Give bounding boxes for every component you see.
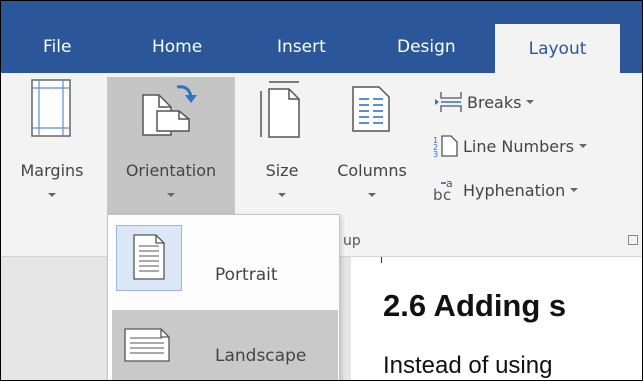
line-numbers-icon: 1 2 3 [433, 135, 458, 158]
columns-button[interactable]: Columns [323, 77, 421, 215]
svg-text:3: 3 [433, 150, 438, 158]
chevron-down-icon [278, 193, 286, 197]
page-setup-group-label: up [343, 233, 361, 249]
menu-item-portrait[interactable]: Portrait [112, 221, 338, 293]
line-numbers-label: Line Numbers [463, 136, 575, 156]
chevron-down-icon [167, 193, 175, 197]
chevron-down-icon [526, 100, 535, 104]
portrait-page-icon [133, 234, 165, 280]
document-body-text: Instead of using [383, 352, 553, 379]
document-heading: 2.6 Adding s [383, 288, 567, 323]
columns-icon [352, 86, 390, 132]
svg-text:a: a [446, 177, 453, 190]
columns-label: Columns [337, 161, 407, 180]
orientation-label: Orientation [125, 161, 217, 180]
chevron-down-icon [579, 144, 588, 148]
size-label: Size [265, 161, 299, 180]
tab-design[interactable]: Design [397, 37, 456, 57]
menu-item-landscape-label: Landscape [215, 346, 307, 366]
margins-label: Margins [20, 161, 84, 180]
word-window: File Home Insert Design Layout Margins O… [0, 0, 643, 381]
orientation-dropdown-menu: Portrait Landscape [107, 214, 340, 380]
dialog-launcher-icon[interactable] [628, 235, 638, 245]
tab-layout[interactable]: Layout [495, 24, 620, 73]
chevron-down-icon [368, 193, 376, 197]
margins-icon [31, 79, 71, 137]
svg-text:b: b [433, 186, 443, 203]
hyphenation-icon: b c a [433, 177, 453, 203]
orientation-icon [142, 85, 197, 136]
hyphenation-button[interactable]: b c a Hyphenation [433, 177, 579, 203]
size-button[interactable]: Size [247, 77, 317, 215]
breaks-label: Breaks [467, 92, 522, 112]
chevron-down-icon [48, 193, 56, 197]
tab-layout-label: Layout [528, 38, 587, 59]
tab-home[interactable]: Home [152, 37, 202, 57]
orientation-button[interactable]: Orientation [107, 77, 235, 217]
margins-button[interactable]: Margins [7, 77, 97, 215]
chevron-down-icon [570, 188, 579, 192]
text-cursor [381, 257, 382, 263]
landscape-page-icon [124, 328, 170, 362]
breaks-button[interactable]: Breaks [433, 89, 535, 115]
menu-item-portrait-label: Portrait [215, 265, 278, 285]
page-size-icon [260, 81, 300, 138]
hyphenation-label: Hyphenation [463, 180, 566, 200]
breaks-icon [435, 92, 462, 112]
tab-insert[interactable]: Insert [277, 37, 326, 57]
menu-item-landscape[interactable]: Landscape [112, 310, 338, 380]
tab-file[interactable]: File [43, 37, 71, 57]
line-numbers-button[interactable]: 1 2 3 Line Numbers [433, 133, 588, 159]
ribbon-tab-bar: File Home Insert Design Layout [1, 1, 642, 73]
